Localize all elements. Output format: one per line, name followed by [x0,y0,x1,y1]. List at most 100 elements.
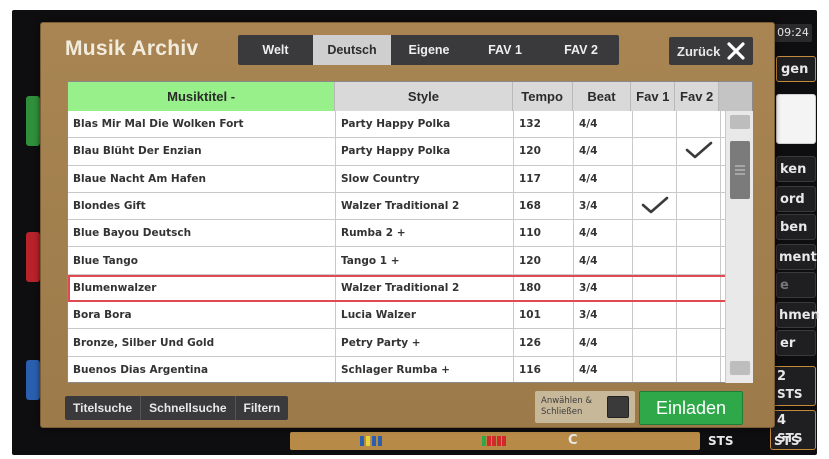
select-and-close-option: Anwählen & Schließen [535,391,635,423]
fav1-cell[interactable] [633,302,677,329]
side-button-6[interactable]: e [776,272,816,298]
column-header-fav2[interactable]: Fav 2 [675,82,720,111]
fav2-cell[interactable] [677,192,721,220]
column-header-beat[interactable]: Beat [573,82,632,111]
left-edge-tab-green[interactable] [26,96,40,146]
side-button-7[interactable]: hmen [776,302,820,328]
side-button-label: ment [779,250,817,265]
tempo-cell: 180 [514,274,574,302]
table-row[interactable]: Blau Blüht Der Enzian Party Happy Polka 12… [68,138,752,166]
table-row[interactable]: Buenos Dias Argentina Schlager Rumba +116… [68,356,752,382]
fav1-cell[interactable] [633,329,677,356]
scroll-header-cap [719,82,752,111]
left-edge-tab-red[interactable] [26,232,40,282]
level-indicator-icon [482,436,512,446]
table-row[interactable]: Bora Bora Lucia Walzer 101 3/4 [68,302,752,330]
fav1-cell[interactable] [633,220,677,247]
column-header-fav1[interactable]: Fav 1 [631,82,676,111]
beat-cell: 3/4 [574,274,633,302]
fav2-cell[interactable] [677,247,721,274]
column-header-tempo[interactable]: Tempo [513,82,573,111]
table-row[interactable]: Blue Tango Tango 1 +120 4/4 [68,247,752,275]
title-search-button[interactable]: Titelsuche [65,396,142,420]
side-button-4[interactable]: ben [776,214,816,240]
quick-search-button[interactable]: Schnellsuche [141,396,236,420]
table-row[interactable]: Blumenwalzer Walzer Traditional 2 180 3/4 [68,274,752,303]
close-icon[interactable] [725,40,747,62]
table-row[interactable]: Blue Bayou Deutsch Rumba 2 +110 4/4 [68,220,752,248]
side-button-2[interactable]: ken [776,156,816,182]
back-button[interactable]: Zurück [669,37,753,65]
scroll-up-arrow-icon[interactable] [730,115,750,129]
music-archive-dialog: Musik Archiv Welt Deutsch Eigene FAV 1 F… [40,22,775,428]
tempo-cell: 116 [514,356,574,382]
tab-eigene[interactable]: Eigene [391,35,467,65]
fav1-cell[interactable] [633,111,677,138]
tempo-cell: 126 [514,329,574,356]
fav1-cell[interactable] [633,165,677,192]
tab-fav2[interactable]: FAV 2 [543,35,619,65]
side-button-5[interactable]: ment [776,244,817,270]
search-toolbar: Titelsuche Schnellsuche Filtern [65,396,289,420]
registration-number: 4 [777,413,787,428]
select-and-close-toggle[interactable] [607,396,629,418]
fav2-cell[interactable] [677,165,721,192]
clock: 09:24 [774,24,812,42]
fav2-cell[interactable] [677,302,721,329]
column-header-title[interactable]: Musiktitel - [68,82,336,111]
filter-button[interactable]: Filtern [236,396,289,420]
side-panel-white[interactable] [776,94,816,144]
song-title-cell: Blue Bayou Deutsch [68,220,336,247]
table-row[interactable]: Blaue Nacht Am Hafen Slow Country 117 4/4 [68,165,752,193]
fav1-cell[interactable] [633,138,677,165]
beat-cell: 4/4 [574,247,633,274]
side-button-label: er [780,336,796,351]
checkmark-icon [640,195,670,218]
side-button-label: e [780,278,789,293]
beat-cell: 4/4 [574,111,633,138]
fav2-cell[interactable] [677,138,721,165]
side-button-1[interactable]: gen [776,56,816,82]
scroll-down-arrow-icon[interactable] [730,361,750,375]
tempo-cell: 101 [514,302,574,329]
table-row[interactable]: Blas Mir Mal Die Wolken Fort Party Happy … [68,111,752,139]
fav2-cell[interactable] [677,220,721,247]
fav2-cell[interactable] [677,111,721,138]
tempo-cell: 120 [514,247,574,274]
style-cell: Party Happy Polka [336,138,514,165]
select-and-close-label: Anwählen & Schließen [541,396,593,417]
tempo-cell: 168 [514,192,574,220]
table-row[interactable]: Blondes Gift Walzer Traditional 2 168 3/4 [68,192,752,221]
fav1-cell[interactable] [633,192,677,220]
column-header-style[interactable]: Style [335,82,513,111]
fav1-cell[interactable] [633,247,677,274]
fav2-cell[interactable] [677,356,721,382]
side-button-label: ord [780,192,805,207]
song-title-cell: Blau Blüht Der Enzian [68,138,336,165]
beat-cell: 4/4 [574,138,633,165]
song-title-cell: Blondes Gift [68,192,336,220]
side-button-3[interactable]: ord [776,186,816,212]
fav2-cell[interactable] [677,274,721,302]
table-row[interactable]: Bronze, Silber Und Gold Petry Party +126 4… [68,329,752,357]
load-button[interactable]: Einladen [639,391,743,425]
tab-deutsch[interactable]: Deutsch [313,35,391,65]
table-header: Musiktitel - Style Tempo Beat Fav 1 Fav … [68,82,752,111]
song-title-cell: Bora Bora [68,302,336,329]
registration-button-2[interactable]: 2 STS [770,366,816,406]
beat-cell: 4/4 [574,356,633,382]
fav1-cell[interactable] [633,274,677,302]
fav1-cell[interactable] [633,356,677,382]
style-cell: Slow Country [336,165,514,192]
style-cell: Party Happy Polka [336,111,514,138]
tab-fav1[interactable]: FAV 1 [467,35,543,65]
scrollbar-thumb[interactable] [730,141,750,199]
table-scrollbar[interactable] [725,111,753,383]
back-label: Zurück [677,43,721,59]
registration-label: STS [777,387,803,401]
beat-cell: 4/4 [574,220,633,247]
fav2-cell[interactable] [677,329,721,356]
tab-welt[interactable]: Welt [238,35,313,65]
left-edge-tab-blue[interactable] [26,360,40,400]
side-button-8[interactable]: er [776,330,816,356]
